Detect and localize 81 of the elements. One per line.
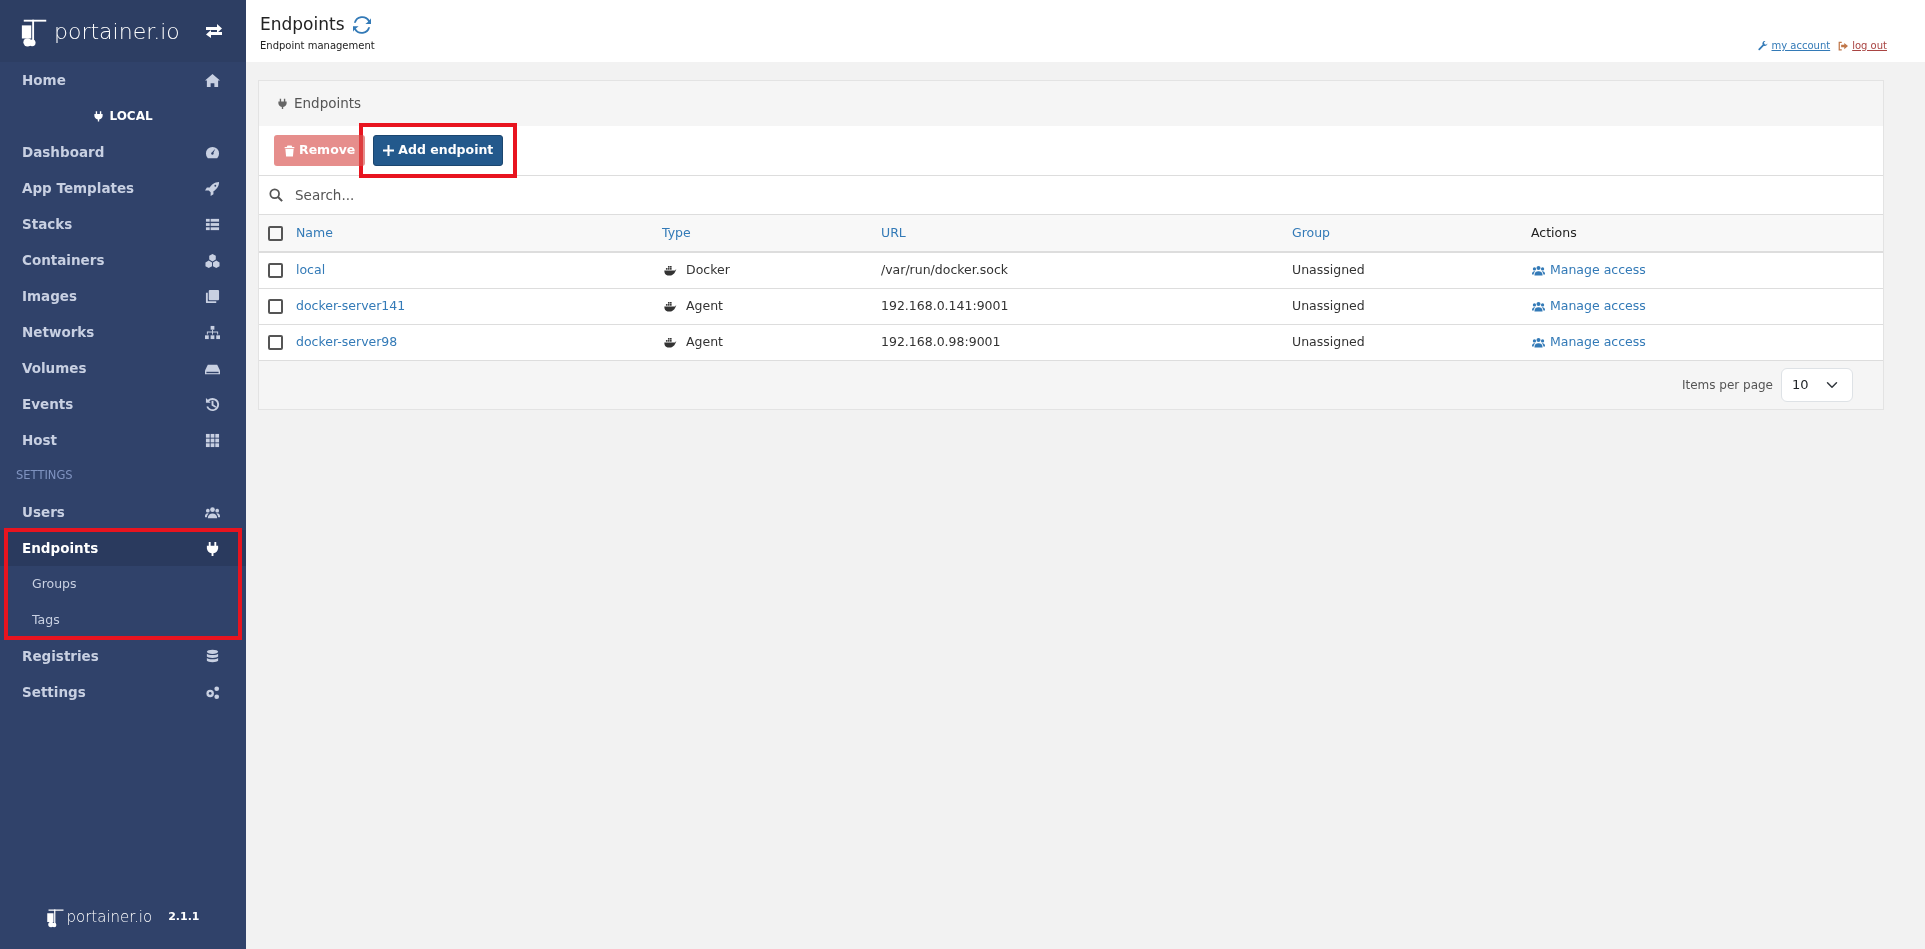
column-header-link[interactable]: Group [1292, 224, 1331, 240]
version-label: 2.1.1 [168, 908, 200, 925]
endpoint-group: Unassigned [1292, 297, 1365, 313]
endpoint-group: Unassigned [1292, 333, 1365, 349]
whale-icon [662, 335, 678, 349]
sidebar-item[interactable]: Events [0, 386, 246, 422]
row-checkbox[interactable] [268, 298, 283, 314]
column-header-link[interactable]: Name [296, 224, 333, 240]
account-link[interactable]: my account [1771, 38, 1831, 53]
home-icon [205, 72, 220, 88]
page-title: Endpoints [260, 13, 345, 36]
logo-text: portainer.io [54, 17, 180, 46]
whale-icon [662, 299, 678, 313]
section-label: SETTINGS [15, 467, 74, 485]
column-header-link[interactable]: Type [662, 224, 691, 240]
sidebar-item[interactable]: Host [0, 422, 246, 458]
endpoint-url: 192.168.0.98:9001 [881, 333, 1001, 349]
endpoint-url: /var/run/docker.sock [881, 261, 1008, 277]
sidebar-item[interactable]: Users [0, 494, 246, 530]
users-icon [205, 504, 220, 520]
sidebar-item[interactable]: Home [0, 62, 246, 98]
page-subtitle: Endpoint management [260, 38, 375, 53]
sidebar-item[interactable]: Endpoints [0, 530, 246, 566]
sidebar-item[interactable]: App Templates [0, 170, 246, 206]
endpoint-name-link[interactable]: docker-server98 [296, 333, 398, 349]
sidebar-item[interactable]: Networks [0, 314, 246, 350]
endpoint-type: Agent [686, 332, 723, 351]
sidebar-item[interactable]: Settings [0, 674, 246, 710]
rocket-icon [205, 180, 220, 196]
row-checkbox[interactable] [268, 262, 283, 278]
dashboard-icon [205, 144, 220, 160]
swap-arrows-icon [206, 23, 222, 39]
endpoint-type: Agent [686, 296, 723, 315]
sidebar-item[interactable]: Registries [0, 638, 246, 674]
gears-icon [205, 684, 220, 700]
plus-icon [383, 145, 395, 156]
add-endpoint-button[interactable]: Add endpoint [373, 135, 504, 166]
manage-access-link[interactable]: Manage access [1550, 332, 1646, 352]
sign-out-icon [1838, 40, 1849, 51]
select-all-checkbox[interactable] [268, 225, 283, 241]
endpoint-label: LOCAL [109, 108, 153, 125]
cubes-icon [205, 252, 220, 268]
endpoint-url: 192.168.0.141:9001 [881, 297, 1009, 313]
users-icon [1531, 335, 1546, 349]
row-checkbox[interactable] [268, 334, 283, 350]
wrench-icon [1757, 40, 1768, 51]
logout-link[interactable]: log out [1852, 38, 1887, 53]
plug-icon [277, 97, 288, 110]
sidebar-item[interactable]: Volumes [0, 350, 246, 386]
manage-access-link[interactable]: Manage access [1550, 260, 1646, 280]
column-header-link[interactable]: URL [881, 224, 906, 240]
widget-title: Endpoints [294, 94, 362, 114]
database-icon [205, 648, 220, 664]
plug-icon [93, 110, 105, 122]
items-per-page-label: Items per page [1681, 376, 1773, 394]
endpoint-name-link[interactable]: docker-server141 [296, 297, 406, 313]
items-per-page-select[interactable]: 10 [1781, 367, 1853, 402]
list-icon [205, 216, 220, 232]
sidebar-subitem[interactable]: Tags [0, 602, 246, 638]
copy-icon [205, 288, 220, 304]
sidebar-item[interactable]: Stacks [0, 206, 246, 242]
users-icon [1531, 299, 1546, 313]
refresh-icon [352, 15, 371, 34]
plug-icon [205, 540, 220, 556]
manage-access-link[interactable]: Manage access [1550, 296, 1646, 316]
sidebar-item[interactable]: Containers [0, 242, 246, 278]
endpoint-type: Docker [686, 260, 730, 279]
trash-icon [284, 144, 295, 157]
history-icon [205, 396, 220, 412]
search-icon [269, 188, 283, 202]
grid-icon [205, 432, 220, 448]
endpoint-group: Unassigned [1292, 261, 1365, 277]
sidebar-item[interactable]: Images [0, 278, 246, 314]
footer-logo-text: portainer.io [66, 906, 153, 928]
sitemap-icon [205, 324, 220, 340]
sidebar-subitem[interactable]: Groups [0, 566, 246, 602]
sidebar-item[interactable]: Dashboard [0, 134, 246, 170]
endpoint-name-link[interactable]: local [296, 261, 326, 277]
users-icon [1531, 263, 1546, 277]
whale-icon [662, 263, 678, 277]
column-header: Actions [1531, 224, 1577, 240]
